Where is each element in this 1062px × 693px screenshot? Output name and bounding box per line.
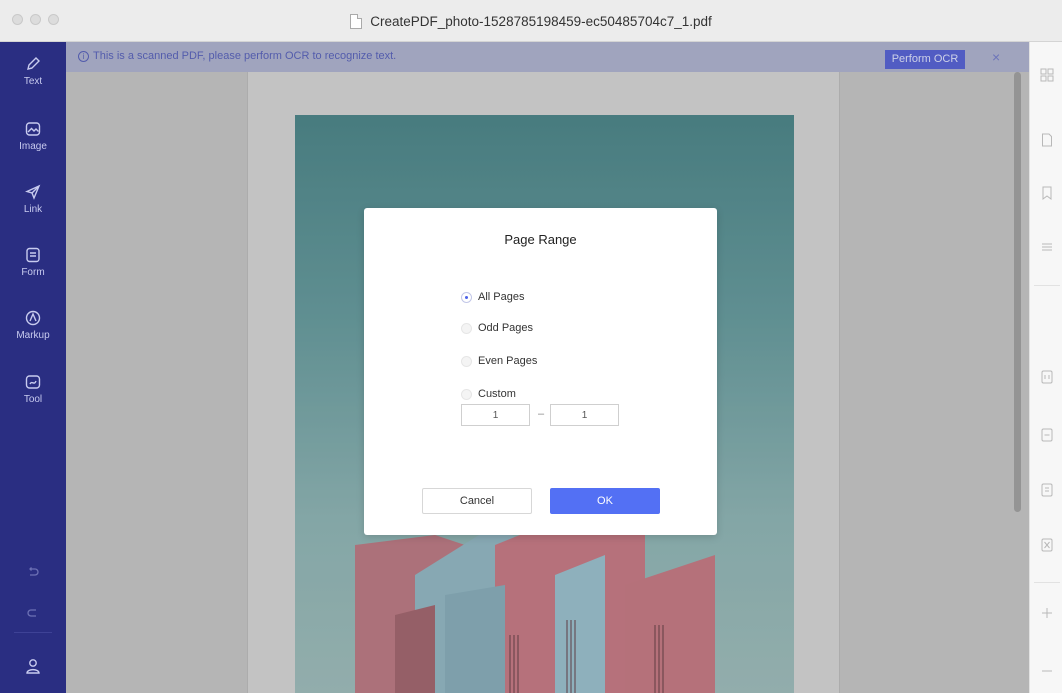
custom-label: Custom	[478, 388, 516, 400]
tool-link[interactable]: Link	[0, 183, 66, 215]
option-custom[interactable]: Custom	[461, 388, 516, 400]
custom-to-input[interactable]	[550, 404, 619, 426]
bookmark-button[interactable]	[1030, 186, 1062, 200]
single-page-icon	[1041, 483, 1052, 497]
right-panel-divider	[1034, 285, 1060, 286]
thumbnails-button[interactable]	[1030, 68, 1062, 82]
option-even-pages[interactable]: Even Pages	[461, 355, 537, 367]
thumbnails-icon	[1040, 68, 1053, 82]
title-bar: CreatePDF_photo-1528785198459-ec50485704…	[0, 0, 1062, 42]
page-icon	[1041, 133, 1052, 147]
tool-tool[interactable]: Tool	[0, 373, 66, 405]
form-icon	[26, 247, 40, 263]
pdf-document-icon	[350, 13, 363, 29]
tool-markup-label: Markup	[16, 330, 50, 341]
option-odd-pages[interactable]: Odd Pages	[461, 322, 533, 334]
undo-button[interactable]	[0, 565, 66, 579]
zoom-fit-icon	[1041, 538, 1052, 552]
custom-radio[interactable]	[461, 388, 472, 400]
ok-button[interactable]: OK	[550, 488, 660, 514]
redo-button[interactable]	[0, 606, 66, 620]
zoom-out-button[interactable]	[1030, 664, 1062, 678]
zoom-fit-button[interactable]	[1030, 538, 1062, 552]
fit-width-icon	[1041, 428, 1052, 442]
tool-form[interactable]: Form	[0, 246, 66, 278]
outline-button[interactable]	[1030, 240, 1062, 254]
fit-page-button[interactable]	[1030, 370, 1062, 384]
left-toolbar: Text Image Link Form Markup Tool	[0, 42, 66, 693]
zoom-out-icon	[1041, 670, 1052, 672]
account-button[interactable]	[0, 657, 66, 675]
bookmark-icon	[1042, 186, 1051, 200]
page-button[interactable]	[1030, 133, 1062, 147]
cancel-button[interactable]: Cancel	[422, 488, 532, 514]
odd-pages-radio[interactable]	[461, 322, 472, 334]
all-pages-radio[interactable]	[461, 291, 472, 303]
link-icon	[25, 184, 41, 200]
tool-tool-label: Tool	[23, 394, 43, 405]
tool-image-label: Image	[19, 141, 47, 152]
page-range-dialog: Page Range All Pages Odd Pages Even Page…	[364, 208, 717, 535]
fit-width-button[interactable]	[1030, 428, 1062, 442]
tool-text[interactable]: Text	[0, 55, 66, 87]
window-title-group: CreatePDF_photo-1528785198459-ec50485704…	[0, 0, 1062, 42]
zoom-in-button[interactable]	[1030, 606, 1062, 620]
right-panel-divider-2	[1034, 582, 1060, 583]
image-icon	[25, 122, 41, 136]
zoom-in-icon	[1041, 608, 1052, 618]
all-pages-label: All Pages	[478, 291, 525, 303]
single-page-button[interactable]	[1030, 483, 1062, 497]
even-pages-radio[interactable]	[461, 355, 472, 367]
odd-pages-label: Odd Pages	[478, 322, 534, 334]
dialog-title: Page Range	[504, 232, 577, 247]
tool-form-label: Form	[21, 267, 45, 278]
even-pages-label: Even Pages	[478, 355, 538, 367]
tool-text-label: Text	[23, 76, 43, 87]
right-panel	[1029, 42, 1062, 693]
option-all-pages[interactable]: All Pages	[461, 291, 524, 303]
fit-page-icon	[1041, 370, 1052, 384]
list-icon	[1041, 243, 1052, 251]
sidebar-divider	[14, 632, 52, 633]
tool-icon	[25, 375, 41, 389]
range-separator: –	[538, 408, 545, 420]
redo-icon	[27, 609, 36, 617]
tool-link-label: Link	[23, 204, 43, 215]
tool-markup[interactable]: Markup	[0, 309, 66, 341]
window-title: CreatePDF_photo-1528785198459-ec50485704…	[370, 13, 712, 29]
user-icon	[26, 659, 40, 674]
pencil-icon	[27, 57, 40, 70]
markup-icon	[25, 310, 41, 326]
custom-from-input[interactable]	[461, 404, 530, 426]
tool-image[interactable]: Image	[0, 120, 66, 152]
undo-icon	[29, 567, 39, 576]
